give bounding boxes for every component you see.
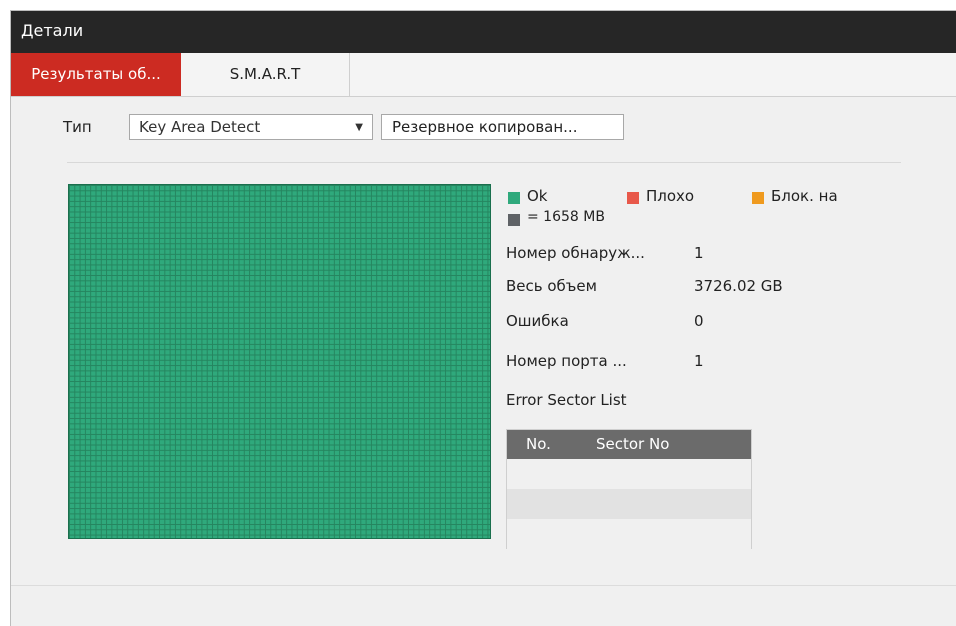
column-no: No. bbox=[526, 435, 551, 453]
ok-swatch-icon bbox=[508, 192, 520, 204]
chevron-down-icon: ▼ bbox=[355, 122, 363, 133]
title-bar: Детали bbox=[11, 11, 956, 53]
total-capacity-value: 3726.02 GB bbox=[694, 277, 783, 295]
port-number-value: 1 bbox=[694, 352, 704, 370]
error-value: 0 bbox=[694, 312, 704, 330]
error-label: Ошибка bbox=[506, 312, 569, 330]
disk-sector-map bbox=[68, 184, 491, 539]
tab-smart[interactable]: S.M.A.R.T bbox=[181, 53, 350, 96]
window-title: Детали bbox=[21, 21, 84, 40]
port-number-label: Номер порта ... bbox=[506, 352, 627, 370]
table-row[interactable] bbox=[507, 459, 751, 489]
tab-check-results[interactable]: Результаты об... bbox=[11, 53, 181, 96]
legend-bad-label: Плохо bbox=[646, 187, 695, 205]
blocked-swatch-icon bbox=[752, 192, 764, 204]
legend-blocked-label: Блок. на bbox=[771, 187, 838, 205]
table-row[interactable] bbox=[507, 519, 751, 549]
legend-unit-label: = 1658 MB bbox=[527, 209, 605, 225]
footer-divider bbox=[11, 585, 956, 586]
detected-number-value: 1 bbox=[694, 244, 704, 262]
bad-swatch-icon bbox=[627, 192, 639, 204]
type-label: Тип bbox=[63, 118, 92, 136]
backup-button[interactable]: Резервное копирован... bbox=[381, 114, 624, 140]
detected-number-label: Номер обнаруж... bbox=[506, 244, 645, 262]
legend-ok-label: Ok bbox=[527, 187, 548, 205]
divider bbox=[67, 162, 901, 163]
total-capacity-label: Весь объем bbox=[506, 277, 597, 295]
table-header: No. Sector No bbox=[507, 430, 751, 459]
type-select-value: Key Area Detect bbox=[139, 118, 261, 136]
error-sector-table[interactable]: No. Sector No bbox=[506, 429, 752, 549]
unit-swatch-icon bbox=[508, 214, 520, 226]
error-sector-list-title: Error Sector List bbox=[506, 391, 627, 409]
column-sector-no: Sector No bbox=[596, 435, 670, 453]
details-window: Детали Результаты об... S.M.A.R.T Тип Ke… bbox=[10, 10, 956, 626]
table-row[interactable] bbox=[507, 489, 751, 519]
type-select[interactable]: Key Area Detect ▼ bbox=[129, 114, 373, 140]
tab-bar: Результаты об... S.M.A.R.T bbox=[11, 53, 956, 97]
